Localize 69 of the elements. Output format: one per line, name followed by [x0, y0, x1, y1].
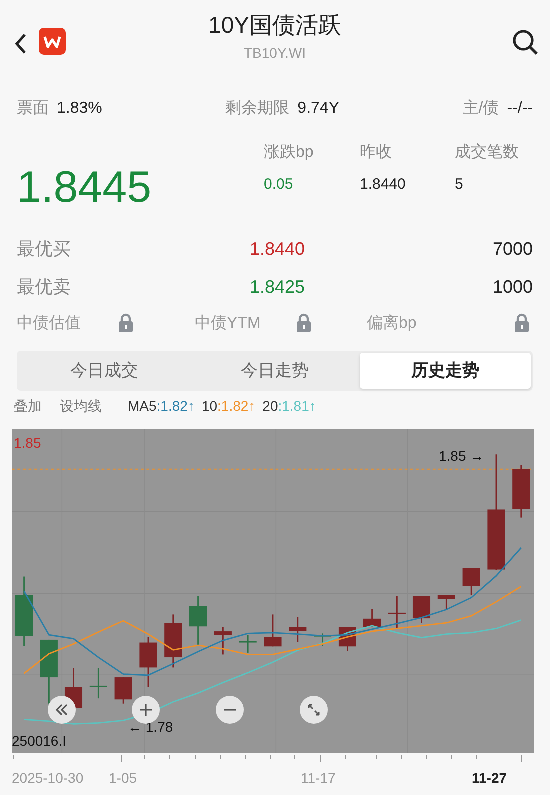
fullscreen-button[interactable]: [300, 696, 328, 724]
low-marker: ← 1.78: [128, 718, 174, 737]
high-marker: 1.85 →: [439, 447, 484, 466]
zoom-out-button[interactable]: [216, 696, 244, 724]
axis-label: 11-27: [472, 769, 508, 788]
ma-legend: 10:1.82↑: [202, 396, 256, 416]
metric-label: 中债YTM: [195, 314, 261, 334]
candle: [512, 465, 530, 518]
logo-icon: [39, 28, 66, 55]
lock-icon[interactable]: [514, 313, 530, 333]
search-icon[interactable]: [512, 29, 539, 56]
candle: [264, 614, 282, 647]
book-price: 1.8425: [250, 276, 305, 299]
overlay-button[interactable]: 叠加: [14, 396, 42, 416]
info-label: 剩余期限: [226, 99, 290, 119]
candle: [90, 668, 108, 699]
ma-legend: 20:1.81↑: [262, 396, 316, 416]
metric-label: 中债估值: [17, 314, 81, 334]
last-price: 1.8445: [17, 162, 152, 214]
info-value: --/--: [507, 99, 533, 119]
candle: [462, 568, 480, 596]
stat-label: 昨收: [360, 143, 393, 163]
axis-label: 2025-10-30: [12, 769, 84, 788]
candle: [412, 596, 430, 624]
book-label: 最优买: [17, 238, 71, 261]
ticker-code: TB10Y.WI: [244, 44, 306, 62]
lock-icon[interactable]: [296, 313, 312, 333]
moving-average-button[interactable]: 设均线: [60, 396, 102, 416]
page-title: 10Y国债活跃: [208, 11, 342, 40]
stat-value: 0.05: [264, 175, 294, 195]
tab[interactable]: 今日走势: [190, 353, 360, 389]
candle: [40, 640, 58, 704]
zoom-in-button[interactable]: [132, 696, 160, 724]
book-label: 最优卖: [17, 276, 71, 299]
info-label: 票面: [17, 99, 49, 119]
candle: [16, 576, 34, 646]
stat-value: 1.8440: [360, 175, 406, 195]
stat-label: 成交笔数: [455, 142, 519, 163]
tab[interactable]: 今日成交: [19, 353, 190, 389]
axis-label: 11-17: [301, 769, 336, 788]
minus-icon: [224, 709, 236, 711]
lock-icon[interactable]: [118, 313, 134, 333]
ma-legend: MA5:1.82↑: [128, 396, 195, 416]
tab[interactable]: 历史走势: [360, 353, 532, 389]
rewind-button[interactable]: [48, 696, 76, 724]
candle: [190, 596, 208, 645]
metric-label: 偏离bp: [367, 314, 417, 334]
info-value: 1.83%: [57, 99, 102, 119]
book-volume: 1000: [492, 276, 533, 299]
axis-label: 1-05: [109, 769, 138, 788]
info-label: 主/债: [462, 98, 500, 119]
candle: [314, 634, 332, 646]
candle: [364, 609, 382, 628]
back-icon[interactable]: [14, 33, 28, 55]
candle: [140, 637, 158, 687]
candle: [438, 595, 456, 610]
candle: [164, 614, 182, 668]
stat-label: 涨跌bp: [264, 143, 314, 163]
bond-code: 250016.I: [12, 732, 66, 751]
candle: [289, 617, 307, 642]
book-volume: 7000: [492, 238, 533, 261]
candle: [388, 596, 406, 628]
candle: [214, 627, 232, 655]
candle: [239, 635, 257, 653]
candle: [114, 678, 132, 704]
book-price: 1.8440: [250, 238, 305, 261]
info-value: 9.74Y: [298, 99, 340, 119]
stat-value: 5: [455, 175, 464, 195]
axis-label: 1.85: [14, 434, 42, 453]
